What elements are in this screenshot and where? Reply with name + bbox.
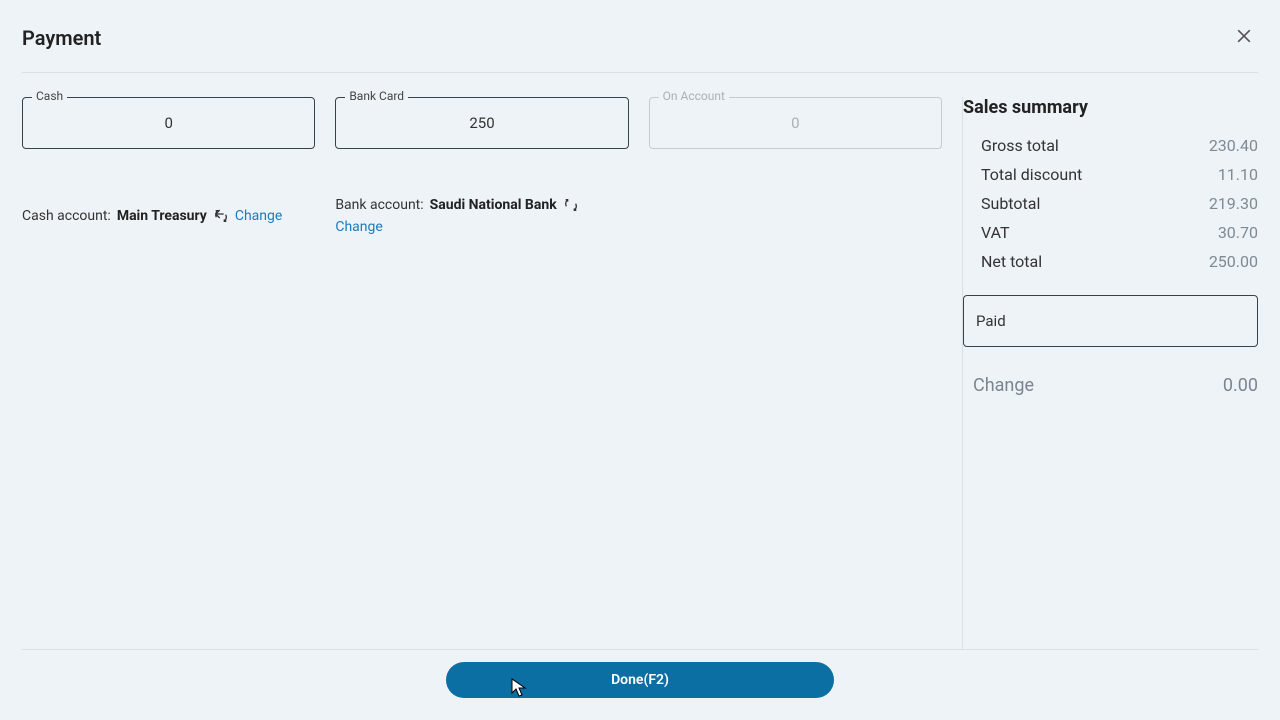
account-spacer	[649, 197, 942, 235]
close-icon	[1234, 26, 1254, 50]
paid-box[interactable]: Paid	[963, 295, 1258, 347]
subtotal-row: Subtotal 219.30	[981, 194, 1258, 213]
total-discount-value: 11.10	[1218, 165, 1258, 184]
subtotal-label: Subtotal	[981, 194, 1040, 213]
cash-account-change-link[interactable]: Change	[235, 208, 282, 224]
cash-account-label: Cash account:	[22, 208, 111, 224]
modal-title: Payment	[22, 26, 101, 50]
cash-input[interactable]	[22, 97, 315, 149]
vat-row: VAT 30.70	[981, 223, 1258, 242]
sales-summary-title: Sales summary	[963, 97, 1258, 118]
bank-card-label: Bank Card	[345, 89, 408, 103]
swap-icon	[213, 208, 229, 224]
on-account-input	[649, 97, 942, 149]
bank-account-name: Saudi National Bank	[430, 197, 557, 213]
gross-total-row: Gross total 230.40	[981, 136, 1258, 155]
vat-value: 30.70	[1218, 223, 1258, 242]
payment-methods-row: Cash Bank Card On Account	[22, 97, 942, 149]
on-account-field-wrap: On Account	[649, 97, 942, 149]
gross-total-value: 230.40	[1209, 136, 1258, 155]
subtotal-value: 219.30	[1209, 194, 1258, 213]
paid-label: Paid	[976, 312, 1006, 330]
bank-account-label: Bank account:	[335, 197, 423, 213]
change-label: Change	[973, 375, 1034, 396]
bank-card-field-wrap: Bank Card	[335, 97, 628, 149]
summary-rows: Gross total 230.40 Total discount 11.10 …	[963, 136, 1258, 271]
cash-account-name: Main Treasury	[117, 208, 207, 224]
payment-left-column: Cash Bank Card On Account Cash account: …	[22, 97, 942, 649]
done-button[interactable]: Done(F2)	[446, 662, 834, 698]
net-total-value: 250.00	[1209, 252, 1258, 271]
bank-account-change-link[interactable]: Change	[335, 219, 382, 235]
sales-summary-panel: Sales summary Gross total 230.40 Total d…	[962, 97, 1258, 649]
cash-field-wrap: Cash	[22, 97, 315, 149]
accounts-row: Cash account: Main Treasury Change	[22, 197, 942, 235]
modal-footer: Done(F2)	[22, 649, 1258, 698]
total-discount-row: Total discount 11.10	[981, 165, 1258, 184]
payment-modal: Payment Cash Bank Card	[0, 0, 1280, 720]
modal-header: Payment	[22, 22, 1258, 73]
bank-account-cell: Bank account: Saudi National Bank Change	[335, 197, 628, 235]
change-row: Change 0.00	[963, 375, 1258, 396]
modal-body: Cash Bank Card On Account Cash account: …	[22, 73, 1258, 649]
gross-total-label: Gross total	[981, 136, 1059, 155]
net-total-label: Net total	[981, 252, 1042, 271]
swap-icon	[563, 197, 579, 213]
vat-label: VAT	[981, 223, 1010, 242]
change-value: 0.00	[1223, 375, 1258, 396]
on-account-label: On Account	[659, 89, 729, 103]
total-discount-label: Total discount	[981, 165, 1082, 184]
bank-card-input[interactable]	[335, 97, 628, 149]
cash-label: Cash	[32, 89, 67, 103]
cash-account-cell: Cash account: Main Treasury Change	[22, 197, 315, 235]
close-button[interactable]	[1230, 22, 1258, 54]
net-total-row: Net total 250.00	[981, 252, 1258, 271]
